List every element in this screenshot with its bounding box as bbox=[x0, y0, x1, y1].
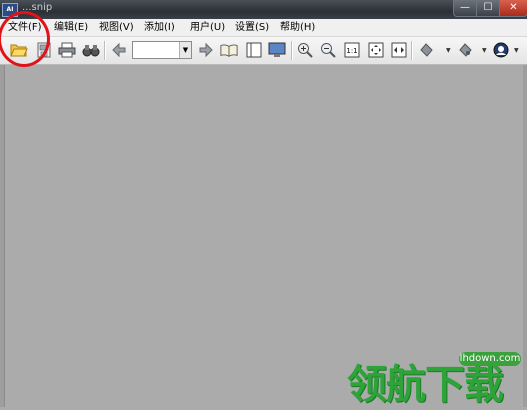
toolbar: ▼ 1:1 ▼ ▼ ▼ bbox=[0, 37, 527, 65]
close-button[interactable]: ✕ bbox=[499, 0, 527, 17]
menu-bar: 文件(F) 编辑(E) 视图(V) 添加(I) 用户(U) 设置(S) 帮助(H… bbox=[0, 19, 527, 37]
single-page-icon[interactable] bbox=[245, 41, 263, 59]
menu-help[interactable]: 帮助(H) bbox=[280, 21, 315, 35]
menu-edit[interactable]: 编辑(E) bbox=[54, 21, 88, 35]
watermark-url: lhdown.com bbox=[459, 352, 521, 366]
fit-page-icon[interactable] bbox=[367, 41, 385, 59]
forward-arrow-icon[interactable] bbox=[197, 41, 215, 59]
chevron-down-icon[interactable]: ▼ bbox=[179, 42, 191, 58]
chevron-down-icon[interactable]: ▼ bbox=[514, 47, 519, 54]
maximize-button[interactable]: ☐ bbox=[476, 0, 500, 17]
chevron-down-icon[interactable]: ▼ bbox=[446, 47, 451, 54]
menu-add[interactable]: 添加(I) bbox=[144, 21, 175, 35]
find-icon[interactable] bbox=[82, 41, 100, 59]
right-frame-edge bbox=[523, 65, 527, 407]
zoom-in-icon[interactable] bbox=[296, 41, 314, 59]
back-arrow-icon[interactable] bbox=[110, 41, 128, 59]
toolbar-separator bbox=[104, 41, 106, 60]
page-number-select[interactable]: ▼ bbox=[132, 41, 192, 59]
menu-settings[interactable]: 设置(S) bbox=[235, 21, 269, 35]
zoom-out-icon[interactable] bbox=[319, 41, 337, 59]
minimize-button[interactable]: — bbox=[453, 0, 477, 17]
fit-width-icon[interactable] bbox=[390, 41, 408, 59]
menu-user[interactable]: 用户(U) bbox=[190, 21, 225, 35]
chevron-down-icon[interactable]: ▼ bbox=[482, 47, 487, 54]
toolbar-separator bbox=[411, 41, 413, 60]
monitor-icon[interactable] bbox=[268, 41, 286, 59]
actual-size-icon[interactable]: 1:1 bbox=[343, 41, 361, 59]
user-icon[interactable] bbox=[492, 41, 510, 59]
print-icon[interactable] bbox=[58, 41, 76, 59]
toolbar-separator bbox=[291, 41, 293, 60]
rotate-right-icon[interactable] bbox=[456, 41, 474, 59]
svg-text:1:1: 1:1 bbox=[346, 47, 357, 55]
rotate-left-icon[interactable] bbox=[417, 41, 435, 59]
menu-view[interactable]: 视图(V) bbox=[99, 21, 134, 35]
title-bar: AI ...snip — ☐ ✕ bbox=[0, 0, 527, 19]
annotation-circle bbox=[0, 11, 50, 67]
open-book-icon[interactable] bbox=[220, 41, 238, 59]
